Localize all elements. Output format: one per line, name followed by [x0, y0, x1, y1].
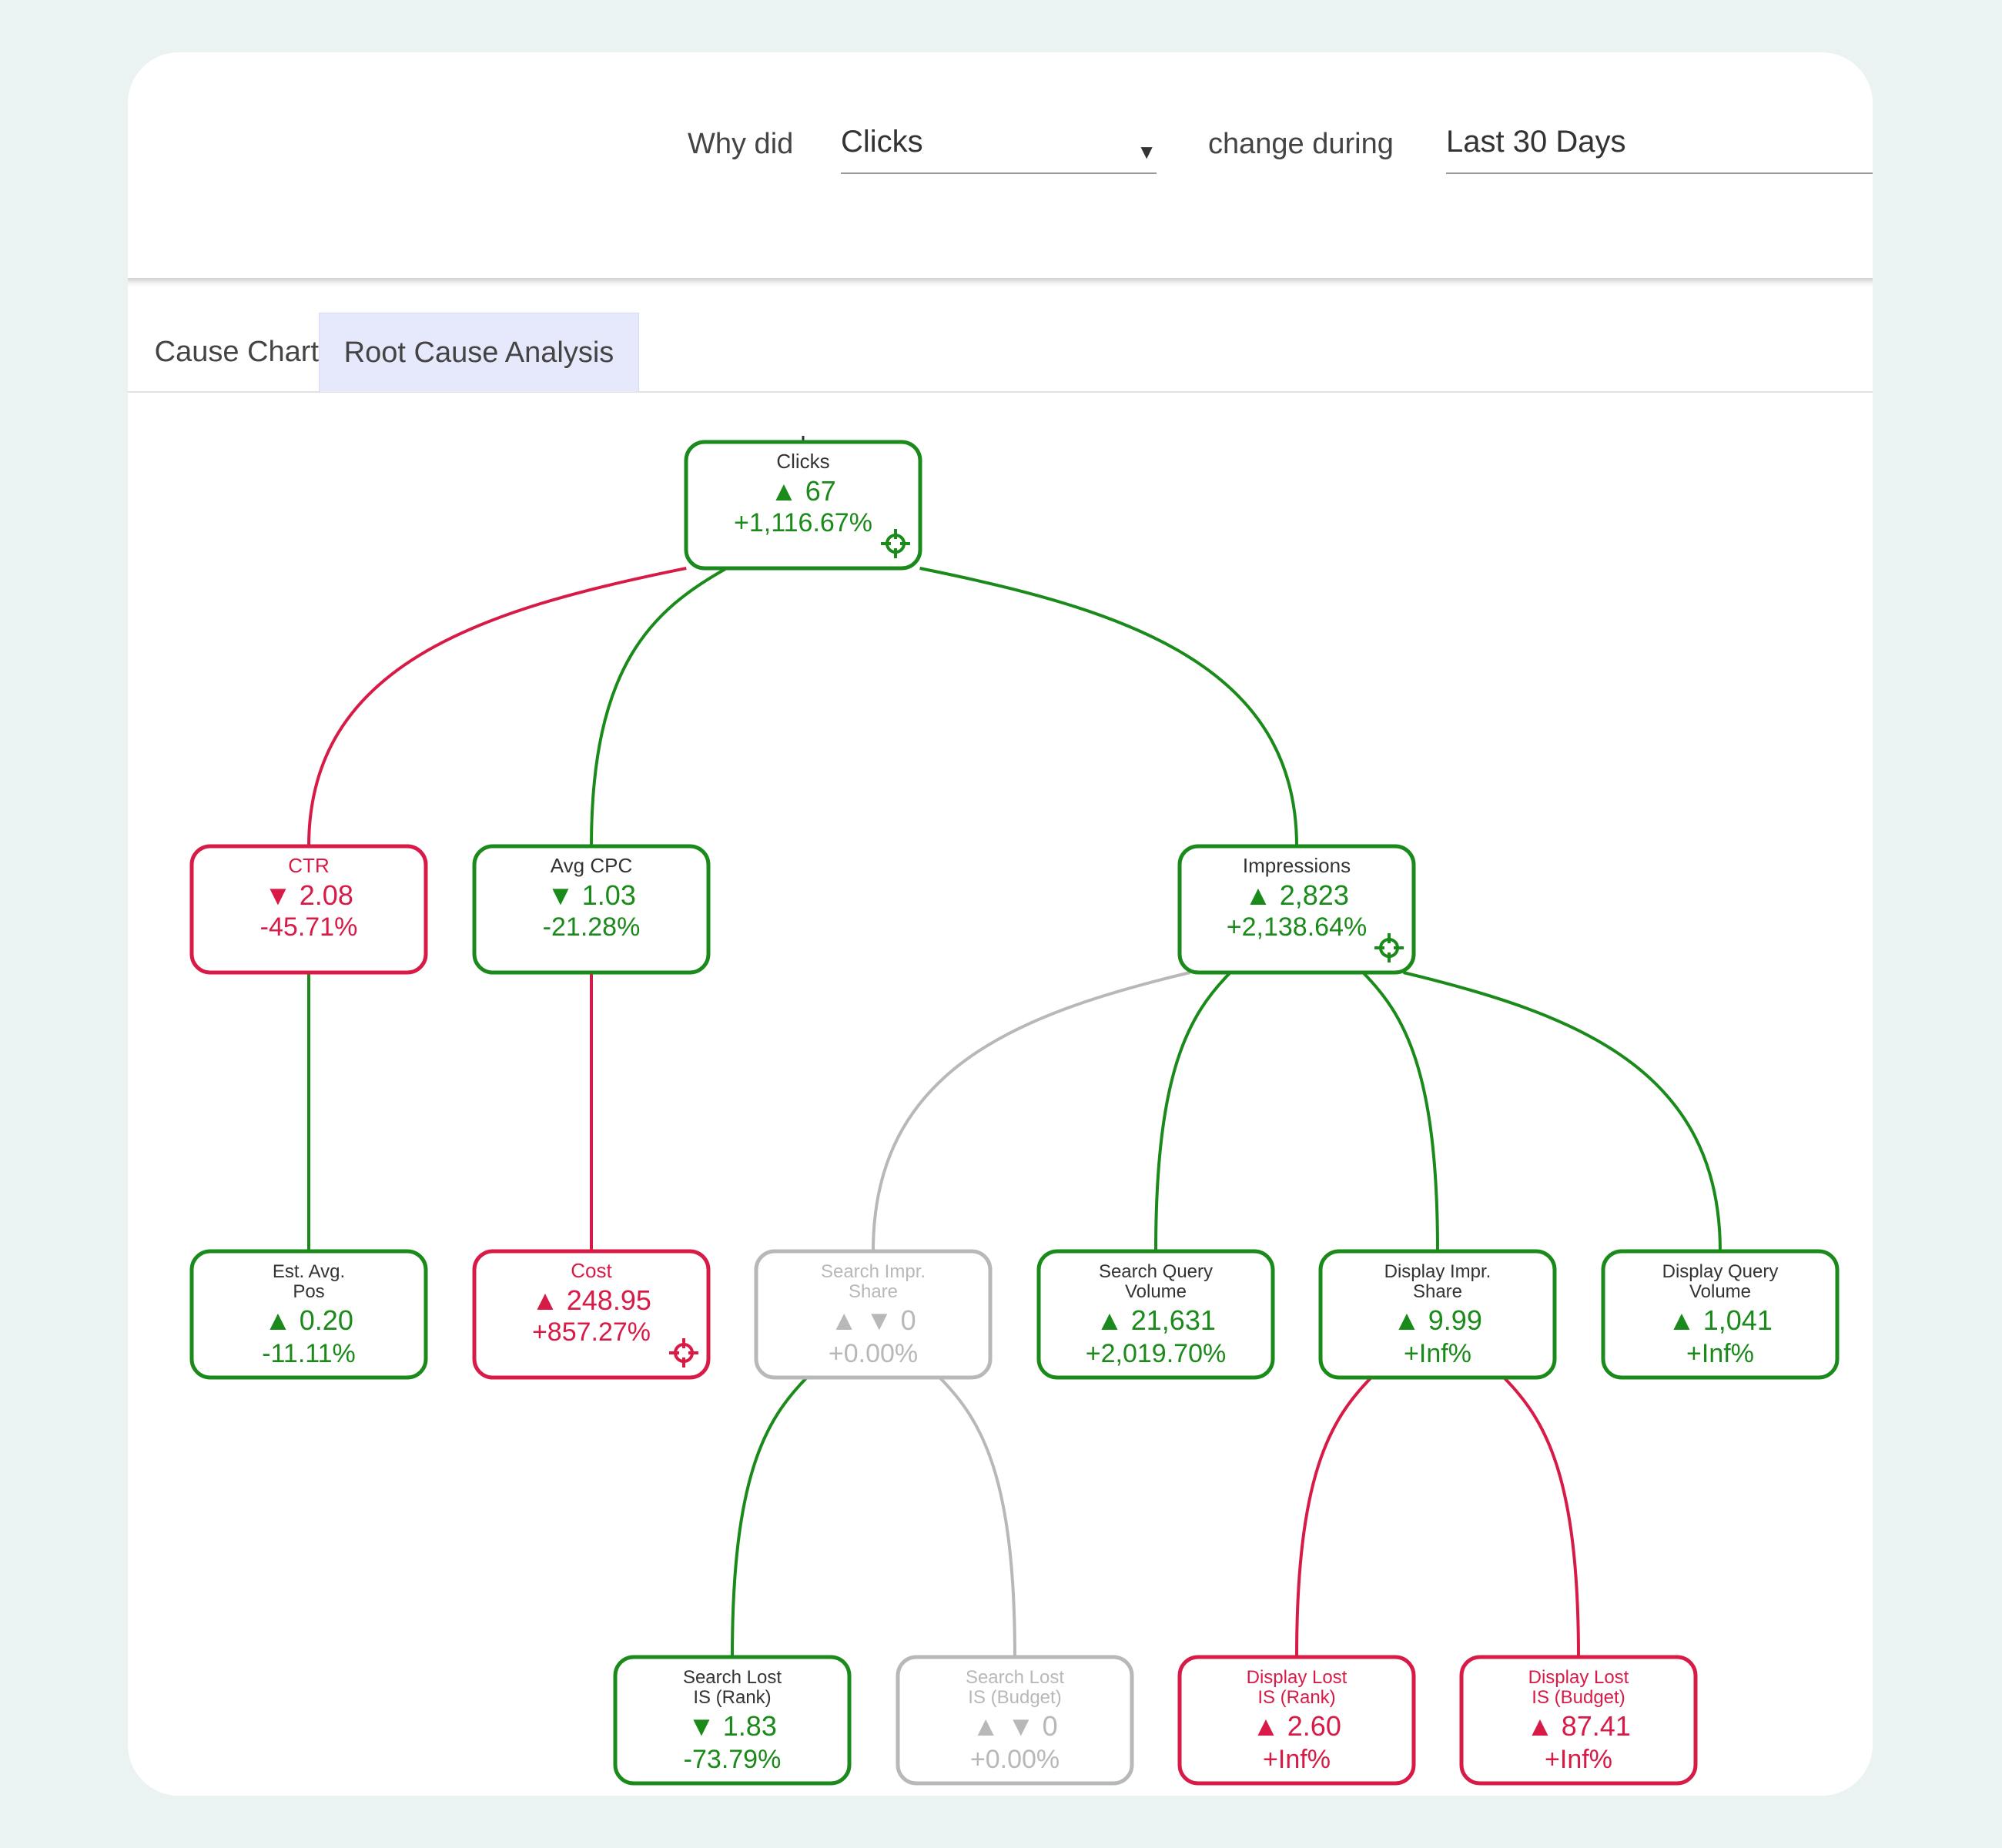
node-displayimpr[interactable]: Display Impr.Share▲ 9.99 +Inf% — [1318, 1249, 1557, 1380]
node-displaylostbudget[interactable]: Display LostIS (Budget)▲ 87.41 +Inf% — [1459, 1655, 1698, 1786]
node-label-line1: Display Query — [1662, 1261, 1779, 1282]
node-change: +0.00% — [970, 1745, 1060, 1774]
node-label: Avg CPC — [551, 854, 632, 877]
node-change: +Inf% — [1263, 1745, 1331, 1774]
node-searchlostrank[interactable]: Search LostIS (Rank)▼ 1.83 -73.79% — [613, 1655, 852, 1786]
node-change: +857.27% — [532, 1317, 651, 1347]
node-label: Cost — [571, 1259, 612, 1282]
node-change: -45.71% — [260, 912, 358, 942]
edge-searchimpr-searchlostbudget — [938, 1376, 1016, 1658]
node-value: ▲ 2.60 — [1252, 1710, 1341, 1742]
node-label-line1: Search Lost — [683, 1667, 782, 1688]
node-searchquery[interactable]: Search QueryVolume▲ 21,631 +2,019.70% — [1036, 1249, 1275, 1380]
edge-displayimpr-displaylostbudget — [1502, 1376, 1580, 1658]
edge-clicks-avgcpc — [590, 567, 728, 847]
node-change: +Inf% — [1404, 1339, 1471, 1368]
node-label: Clicks — [776, 450, 829, 473]
edge-displayimpr-displaylostrank — [1295, 1376, 1373, 1658]
node-value: ▲ 2,823 — [1244, 879, 1349, 911]
node-value: ▲ 0.20 — [264, 1304, 353, 1336]
node-label-line2: IS (Budget) — [968, 1687, 1061, 1708]
node-label-line2: Volume — [1689, 1281, 1751, 1302]
edge-impressions-searchquery — [1154, 971, 1232, 1252]
node-label: Impressions — [1243, 854, 1351, 877]
node-value: ▲ 87.41 — [1526, 1710, 1631, 1742]
edge-impressions-searchimpr — [872, 971, 1190, 1252]
node-impressions[interactable]: Impressions▲ 2,823+2,138.64% — [1177, 844, 1416, 975]
node-searchimpr[interactable]: Search Impr.Share▲ ▼ 0 +0.00% — [754, 1249, 993, 1380]
node-value: ▲ ▼ 0 — [830, 1304, 916, 1336]
node-change: -11.11% — [262, 1339, 356, 1368]
edge-clicks-impressions — [919, 567, 1298, 847]
node-change: +2,138.64% — [1227, 912, 1367, 942]
node-label-line2: IS (Rank) — [693, 1687, 771, 1708]
node-value: ▲ ▼ 0 — [972, 1710, 1057, 1742]
node-value: ▲ 9.99 — [1393, 1304, 1482, 1336]
node-label-line1: Search Query — [1099, 1261, 1213, 1282]
node-change: +Inf% — [1545, 1745, 1612, 1774]
node-ctr[interactable]: CTR▼ 2.08-45.71% — [189, 844, 428, 975]
node-label-line2: Share — [849, 1281, 898, 1302]
node-label-line2: Pos — [293, 1281, 324, 1302]
node-estavgpos[interactable]: Est. Avg.Pos▲ 0.20 -11.11% — [189, 1249, 428, 1380]
root-cause-tree: Clicks▲ 67+1,116.67% CTR▼ 2.08-45.71% Avg … — [189, 436, 1840, 1786]
node-label-line1: Est. Avg. — [273, 1261, 345, 1282]
node-label-line1: Search Impr. — [821, 1261, 926, 1282]
node-value: ▲ 21,631 — [1096, 1304, 1216, 1336]
node-label-line2: Volume — [1125, 1281, 1187, 1302]
edge-impressions-displayquery — [1403, 971, 1722, 1252]
node-label-line2: Share — [1413, 1281, 1462, 1302]
node-clicks[interactable]: Clicks▲ 67+1,116.67% — [684, 440, 922, 571]
node-value: ▲ 248.95 — [531, 1284, 651, 1316]
node-change: +2,019.70% — [1086, 1339, 1226, 1368]
node-label-line1: Display Impr. — [1384, 1261, 1491, 1282]
node-change: +Inf% — [1686, 1339, 1754, 1368]
node-cost[interactable]: Cost▲ 248.95+857.27% — [472, 1249, 711, 1380]
node-avgcpc[interactable]: Avg CPC▼ 1.03-21.28% — [472, 844, 711, 975]
node-label-line1: Search Lost — [966, 1667, 1064, 1688]
node-displayquery[interactable]: Display QueryVolume▲ 1,041 +Inf% — [1601, 1249, 1840, 1380]
edge-clicks-ctr — [307, 567, 687, 847]
node-change: +0.00% — [829, 1339, 918, 1368]
node-value: ▼ 1.83 — [688, 1710, 777, 1742]
node-change: -21.28% — [543, 912, 641, 942]
node-label-line2: IS (Rank) — [1257, 1687, 1335, 1708]
edge-impressions-displayimpr — [1361, 971, 1439, 1252]
node-displaylostrank[interactable]: Display LostIS (Rank)▲ 2.60 +Inf% — [1177, 1655, 1416, 1786]
node-label-line2: IS (Budget) — [1532, 1687, 1625, 1708]
node-label-line1: Display Lost — [1528, 1667, 1629, 1688]
node-label-line1: Display Lost — [1247, 1667, 1348, 1688]
node-searchlostbudget[interactable]: Search LostIS (Budget)▲ ▼ 0 +0.00% — [896, 1655, 1134, 1786]
node-label: CTR — [288, 854, 329, 877]
node-value: ▲ 1,041 — [1668, 1304, 1773, 1336]
node-value: ▲ 67 — [770, 475, 836, 507]
node-change: -73.79% — [684, 1745, 782, 1774]
edge-searchimpr-searchlostrank — [731, 1376, 808, 1658]
node-value: ▼ 2.08 — [264, 879, 353, 911]
node-value: ▼ 1.03 — [547, 879, 636, 911]
node-change: +1,116.67% — [734, 508, 872, 537]
